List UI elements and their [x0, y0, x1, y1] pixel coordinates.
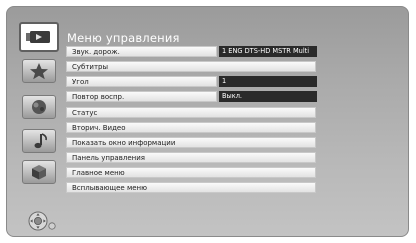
- menu-item-label: Вторич. Видео: [72, 124, 126, 132]
- menu-item-label: Всплывающее меню: [72, 184, 148, 192]
- menu-item-label: Угол: [72, 78, 89, 86]
- menu-item-audio-track[interactable]: Звук. дорож.: [66, 46, 217, 57]
- menu-item-label: Субтитры: [72, 63, 109, 71]
- menu-item-popup-menu[interactable]: Всплывающее меню: [66, 182, 316, 193]
- sidebar-photo[interactable]: [22, 95, 56, 119]
- sidebar-music[interactable]: [22, 129, 56, 153]
- audio-track-value[interactable]: 1 ENG DTS-HD MSTR Multi: [219, 46, 317, 57]
- photo-icon: [32, 100, 46, 114]
- menu-item-label: Главное меню: [72, 169, 125, 177]
- menu-item-control-panel[interactable]: Панель управления: [66, 152, 316, 163]
- sidebar-favorites[interactable]: [22, 59, 56, 83]
- menu-item-secondary-video[interactable]: Вторич. Видео: [66, 122, 316, 133]
- menu-item-info-window[interactable]: Показать окно информации: [66, 137, 316, 148]
- menu-item-main-menu[interactable]: Главное меню: [66, 167, 316, 178]
- menu-title: Меню управления: [67, 31, 180, 45]
- menu-item-status[interactable]: Статус: [66, 107, 316, 118]
- music-note-icon: [34, 133, 47, 149]
- disc-play-icon: [26, 31, 50, 43]
- menu-item-label: Повтор воспр.: [72, 93, 125, 101]
- menu-item-label: Статус: [72, 109, 98, 117]
- menu-item-label: Показать окно информации: [72, 139, 176, 147]
- sidebar-other[interactable]: [22, 160, 56, 184]
- menu-item-subtitles[interactable]: Субтитры: [66, 61, 316, 72]
- menu-item-angle[interactable]: Угол: [66, 76, 217, 87]
- cube-icon: [32, 165, 46, 180]
- control-menu-screen: Меню управления Звук. дорож. 1 ENG DTS-H…: [6, 6, 409, 237]
- star-icon: [30, 63, 48, 80]
- menu-item-label: Звук. дорож.: [72, 48, 120, 56]
- menu-item-label: Панель управления: [72, 154, 145, 162]
- angle-value[interactable]: 1: [219, 76, 317, 87]
- sidebar-disc-play[interactable]: [19, 22, 59, 52]
- menu-item-repeat[interactable]: Повтор воспр.: [66, 91, 217, 102]
- remote-dpad-icon: [28, 211, 56, 231]
- repeat-value[interactable]: Выкл.: [219, 91, 317, 102]
